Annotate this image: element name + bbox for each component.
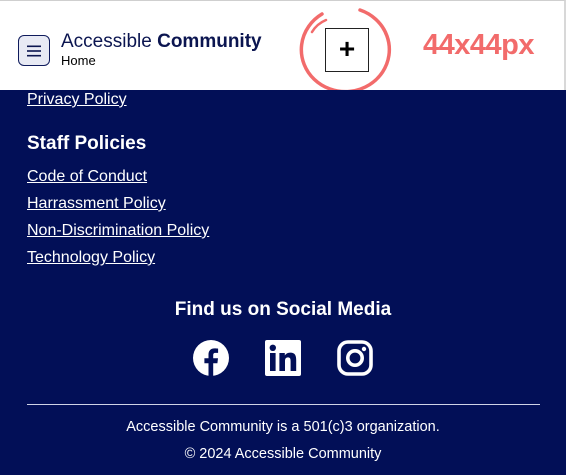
page-subtitle: Home	[61, 53, 96, 68]
plus-icon: +	[338, 33, 356, 64]
facebook-icon	[193, 340, 229, 376]
footer-divider	[27, 404, 540, 405]
site-logo-link[interactable]: Accessible Community Home	[61, 31, 262, 69]
site-header: Accessible Community Home + 44x44px	[0, 0, 566, 94]
site-title-bold: Community	[157, 31, 262, 52]
linkedin-icon	[265, 340, 301, 376]
expand-button[interactable]: +	[325, 28, 369, 72]
target-size-annotation: 44x44px	[423, 29, 535, 61]
privacy-policy-link[interactable]: Privacy Policy	[27, 91, 127, 109]
menu-button[interactable]	[18, 35, 50, 66]
copyright-text: © 2024 Accessible Community	[184, 446, 382, 462]
staff-policies-heading: Staff Policies	[27, 133, 147, 154]
hamburger-icon	[27, 45, 41, 56]
organization-statement: Accessible Community is a 501(c)3 organi…	[126, 419, 440, 435]
non-discrimination-policy-link[interactable]: Non-Discrimination Policy	[27, 222, 209, 240]
instagram-link[interactable]	[337, 340, 373, 376]
linkedin-link[interactable]	[265, 340, 301, 376]
facebook-link[interactable]	[193, 340, 229, 376]
site-title-light: Accessible	[61, 31, 158, 52]
social-media-heading: Find us on Social Media	[174, 299, 392, 320]
technology-policy-link[interactable]: Technology Policy	[27, 249, 155, 267]
harrassment-policy-link[interactable]: Harrassment Policy	[27, 195, 166, 213]
instagram-icon	[337, 340, 373, 376]
site-title: Accessible Community	[61, 31, 262, 53]
social-links	[0, 340, 566, 376]
code-of-conduct-link[interactable]: Code of Conduct	[27, 168, 147, 186]
site-footer: Privacy Policy Staff Policies Code of Co…	[0, 90, 566, 475]
